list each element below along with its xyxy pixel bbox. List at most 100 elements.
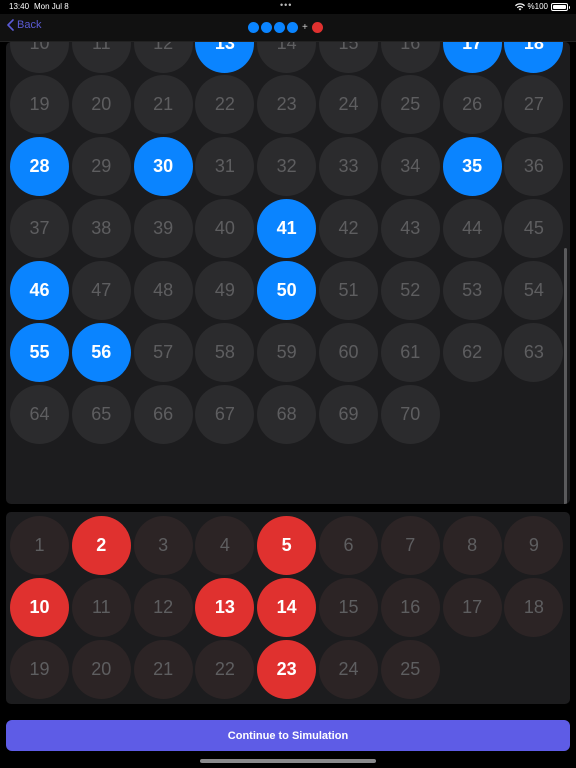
main-number-ball[interactable]: 48 [133,261,193,321]
main-number-ball[interactable]: 24 [319,75,378,135]
back-label: Back [17,19,42,31]
bonus-number-ball[interactable]: 2 [71,516,131,575]
main-number-ball[interactable]: 13 [195,42,255,73]
main-number-ball[interactable]: 45 [504,199,564,259]
main-number-ball[interactable]: 61 [380,323,440,382]
main-number-ball[interactable]: 10 [10,42,69,73]
main-number-ball[interactable]: 23 [257,75,317,135]
main-number-ball[interactable]: 37 [10,199,69,259]
wifi-icon [514,2,525,10]
bonus-number-ball[interactable]: 22 [195,639,255,699]
bonus-number-ball[interactable]: 21 [133,639,193,699]
main-number-ball[interactable]: 54 [504,261,564,321]
main-number-ball[interactable]: 33 [319,137,378,197]
bonus-number-ball[interactable]: 24 [319,639,378,699]
main-number-ball[interactable]: 18 [504,42,564,73]
continue-button[interactable]: Continue to Simulation [6,720,570,751]
main-number-ball[interactable]: 60 [319,323,378,382]
navigation-bar: Back + [0,14,576,42]
main-number-ball[interactable]: 67 [195,384,255,444]
main-number-ball[interactable]: 11 [71,42,131,73]
bonus-number-ball[interactable]: 9 [504,516,564,575]
main-number-ball[interactable]: 44 [442,199,502,259]
bonus-number-ball[interactable]: 3 [133,516,193,575]
bonus-number-ball[interactable]: 23 [257,639,317,699]
main-number-ball[interactable]: 46 [10,261,69,321]
bonus-number-ball[interactable]: 12 [133,577,193,637]
main-number-ball[interactable]: 28 [10,137,69,197]
main-number-ball[interactable]: 69 [319,384,378,444]
main-number-ball[interactable]: 22 [195,75,255,135]
main-number-ball[interactable]: 19 [10,75,69,135]
main-number-ball[interactable]: 41 [257,199,317,259]
main-number-ball[interactable]: 52 [380,261,440,321]
bonus-number-ball[interactable]: 18 [504,577,564,637]
bonus-number-ball[interactable]: 19 [10,639,69,699]
main-number-ball[interactable]: 47 [71,261,131,321]
main-number-ball[interactable]: 25 [380,75,440,135]
main-number-ball[interactable]: 31 [195,137,255,197]
bonus-number-ball[interactable]: 13 [195,577,255,637]
bonus-number-ball[interactable]: 25 [380,639,440,699]
main-number-ball[interactable]: 59 [257,323,317,382]
home-indicator [200,759,376,763]
main-number-ball[interactable]: 70 [380,384,440,444]
bonus-number-ball[interactable]: 8 [442,516,502,575]
main-number-ball[interactable]: 35 [442,137,502,197]
battery-icon [551,2,570,11]
bonus-number-ball[interactable]: 5 [257,516,317,575]
chevron-left-icon [7,19,14,31]
main-number-ball[interactable]: 16 [380,42,440,73]
bonus-number-ball[interactable]: 16 [380,577,440,637]
main-number-ball[interactable]: 43 [380,199,440,259]
bonus-number-ball[interactable]: 6 [319,516,378,575]
bonus-number-ball[interactable]: 4 [195,516,255,575]
main-number-ball[interactable]: 68 [257,384,317,444]
main-number-ball[interactable]: 38 [71,199,131,259]
main-number-ball[interactable]: 27 [504,75,564,135]
main-number-ball[interactable]: 65 [71,384,131,444]
bonus-number-ball[interactable]: 20 [71,639,131,699]
main-number-ball[interactable]: 14 [257,42,317,73]
bonus-number-ball[interactable]: 1 [10,516,69,575]
main-number-ball[interactable]: 15 [319,42,378,73]
main-number-ball[interactable]: 21 [133,75,193,135]
main-number-ball[interactable]: 34 [380,137,440,197]
main-number-ball[interactable]: 26 [442,75,502,135]
main-number-ball[interactable]: 39 [133,199,193,259]
main-number-ball[interactable]: 40 [195,199,255,259]
main-number-ball[interactable]: 29 [71,137,131,197]
main-number-ball[interactable]: 57 [133,323,193,382]
plus-sign: + [302,22,308,33]
main-number-ball[interactable]: 30 [133,137,193,197]
main-number-ball[interactable]: 64 [10,384,69,444]
bonus-number-ball[interactable]: 11 [71,577,131,637]
main-number-panel: 1234567891011121314151617181920212223242… [6,42,570,504]
main-number-ball[interactable]: 12 [133,42,193,73]
main-number-ball[interactable]: 56 [71,323,131,382]
bonus-number-ball[interactable]: 7 [380,516,440,575]
bonus-number-ball[interactable]: 17 [442,577,502,637]
main-number-ball[interactable]: 20 [71,75,131,135]
bonus-number-ball[interactable]: 10 [10,577,69,637]
main-number-ball[interactable]: 62 [442,323,502,382]
main-number-ball[interactable]: 36 [504,137,564,197]
main-number-ball[interactable]: 42 [319,199,378,259]
primary-selection-dot [287,22,298,33]
main-number-ball[interactable]: 50 [257,261,317,321]
bonus-number-ball[interactable]: 14 [257,577,317,637]
main-number-ball[interactable]: 53 [442,261,502,321]
main-number-ball[interactable]: 66 [133,384,193,444]
status-bar: 13:40 Mon Jul 8 ••• %100 [0,0,576,14]
main-number-ball[interactable]: 51 [319,261,378,321]
scrollbar[interactable] [564,248,567,504]
main-number-ball[interactable]: 55 [10,323,69,382]
main-number-ball[interactable]: 17 [442,42,502,73]
back-button[interactable]: Back [7,19,41,31]
main-number-ball[interactable]: 63 [504,323,564,382]
multitasking-dots-icon[interactable]: ••• [280,0,292,10]
main-number-ball[interactable]: 58 [195,323,255,382]
bonus-number-ball[interactable]: 15 [319,577,378,637]
main-number-ball[interactable]: 49 [195,261,255,321]
main-number-ball[interactable]: 32 [257,137,317,197]
